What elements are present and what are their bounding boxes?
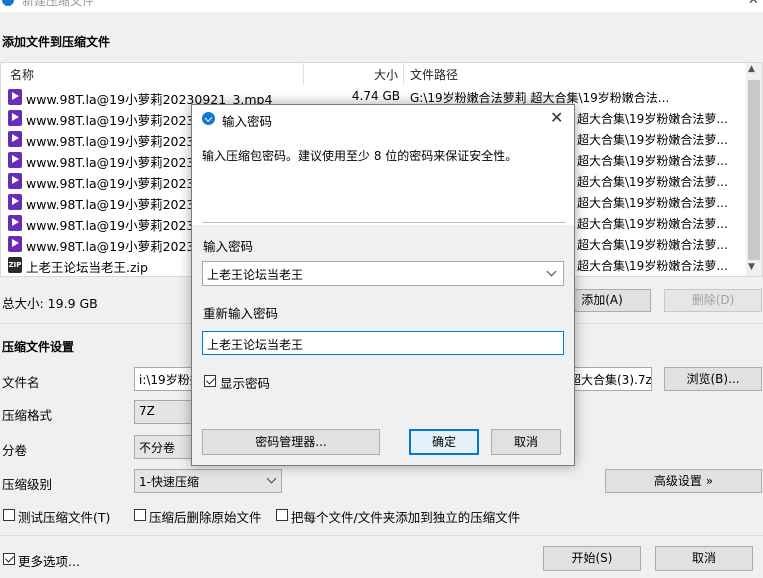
column-size[interactable]: 大小 [374, 66, 398, 83]
password-dialog: 输入密码 ✕ 输入压缩包密码。建议使用至少 8 位的密码来保证安全性。 输入密码… [191, 104, 575, 466]
dialog-title: 输入密码 [222, 114, 273, 129]
dialog-description: 输入压缩包密码。建议使用至少 8 位的密码来保证安全性。 [202, 149, 518, 163]
file-name: www.98T.la@19小萝莉202311 [26, 176, 211, 191]
file-name: www.98T.la@19小萝莉202311 [26, 155, 211, 170]
password-manager-button[interactable]: 密码管理器... [202, 429, 380, 455]
file-path: 超大合集\19岁粉嫩合法萝... [577, 238, 728, 252]
video-file-icon [8, 89, 22, 105]
video-file-icon [8, 173, 22, 189]
browse-button[interactable]: 浏览(B)... [664, 367, 762, 391]
file-name: www.98T.la@19小萝莉202311 [26, 113, 211, 128]
test-archive-checkbox[interactable] [3, 509, 15, 521]
column-name[interactable]: 名称 [10, 66, 34, 83]
column-path[interactable]: 文件路径 [410, 66, 458, 83]
file-name: 上老王论坛当老王.zip [26, 260, 148, 275]
delete-after-label[interactable]: 压缩后删除原始文件 [149, 507, 262, 526]
file-path: 超大合集\19岁粉嫩合法萝... [577, 196, 728, 210]
ok-button[interactable]: 确定 [409, 429, 479, 455]
video-file-icon [8, 131, 22, 147]
window-title: 新建压缩文件 [22, 0, 95, 8]
video-file-icon [8, 215, 22, 231]
column-separator [303, 63, 304, 85]
scroll-down-icon[interactable]: ▼ [748, 262, 755, 272]
video-file-icon [8, 236, 22, 252]
file-path: 超大合集\19岁粉嫩合法萝... [577, 259, 728, 273]
divider [0, 535, 763, 536]
delete-button[interactable]: 删除(D) [664, 289, 762, 312]
password-label: 输入密码 [203, 239, 254, 254]
dialog-cancel-button[interactable]: 取消 [491, 429, 561, 455]
confirm-password-label: 重新输入密码 [203, 306, 279, 321]
show-password-checkbox[interactable] [204, 375, 216, 387]
window-titlebar: 新建压缩文件 ✕ [0, 0, 763, 12]
file-path: 超大合集\19岁粉嫩合法萝... [577, 154, 728, 168]
separate-archives-label[interactable]: 把每个文件/文件夹添加到独立的压缩文件 [291, 507, 520, 526]
test-archive-label[interactable]: 测试压缩文件(T) [18, 507, 110, 526]
level-value: 1-快速压缩 [139, 475, 199, 489]
app-icon [2, 0, 14, 6]
file-name: www.98T.la@19小萝莉202311 [26, 197, 211, 212]
file-path: 超大合集\19岁粉嫩合法萝... [577, 112, 728, 126]
more-options-label[interactable]: 更多选项... [18, 551, 80, 570]
file-path: 超大合集\19岁粉嫩合法萝... [577, 217, 728, 231]
format-value: 7Z [139, 404, 155, 418]
window-close-button[interactable]: ✕ [748, 0, 759, 8]
format-label: 压缩格式 [2, 408, 53, 423]
scrollbar-thumb[interactable] [748, 80, 760, 260]
split-label: 分卷 [2, 443, 28, 458]
confirm-password-input[interactable]: 上老王论坛当老王 [202, 331, 564, 355]
file-size: 4.74 GB [351, 89, 400, 103]
separate-archives-checkbox[interactable] [276, 509, 288, 521]
app-icon [202, 112, 215, 125]
file-path: 超大合集\19岁粉嫩合法萝... [577, 133, 728, 147]
filename-label: 文件名 [2, 375, 40, 390]
divider [202, 222, 566, 223]
more-options-checkbox[interactable] [3, 553, 15, 565]
scroll-up-icon[interactable]: ▲ [748, 64, 755, 74]
chevron-down-icon[interactable] [546, 266, 557, 277]
level-label: 压缩级别 [2, 477, 53, 492]
delete-after-checkbox[interactable] [134, 509, 146, 521]
zip-file-icon: ZIP [8, 257, 22, 273]
file-path: 超大合集\19岁粉嫩合法萝... [577, 175, 728, 189]
column-separator [403, 63, 404, 85]
add-files-heading: 添加文件到压缩文件 [2, 35, 111, 49]
level-select[interactable]: 1-快速压缩 [134, 469, 282, 493]
dialog-titlebar: 输入密码 ✕ [192, 105, 574, 133]
dialog-description-area: 输入压缩包密码。建议使用至少 8 位的密码来保证安全性。 [192, 133, 574, 225]
split-value: 不分卷 [139, 441, 176, 455]
video-file-icon [8, 194, 22, 210]
chevron-down-icon [266, 473, 277, 484]
password-value: 上老王论坛当老王 [207, 268, 304, 282]
dialog-close-button[interactable]: ✕ [550, 108, 563, 127]
start-button[interactable]: 开始(S) [543, 546, 641, 571]
cancel-button[interactable]: 取消 [655, 546, 753, 571]
advanced-settings-button[interactable]: 高级设置 » [605, 469, 762, 493]
show-password-label[interactable]: 显示密码 [220, 373, 270, 392]
settings-heading: 压缩文件设置 [2, 340, 75, 354]
file-name: www.98T.la@19小萝莉202311 [26, 239, 211, 254]
file-name: www.98T.la@19小萝莉202311 [26, 134, 211, 149]
video-file-icon [8, 110, 22, 126]
password-input[interactable]: 上老王论坛当老王 [202, 261, 564, 286]
total-size: 总大小: 19.9 GB [2, 296, 98, 311]
filename-input-visible-end[interactable]: 超大合集(3).7z [566, 367, 652, 391]
file-name: www.98T.la@19小萝莉202311 [26, 218, 211, 233]
video-file-icon [8, 152, 22, 168]
